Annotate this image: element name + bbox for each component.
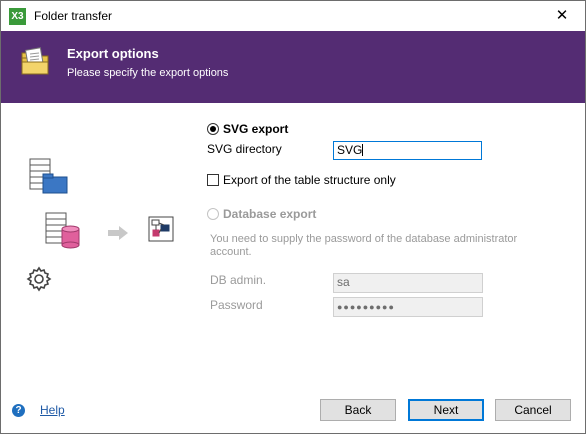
radio-selected-dot — [210, 126, 216, 132]
table-folder-icon — [29, 158, 68, 194]
svg-export-label[interactable]: SVG export — [223, 122, 288, 136]
folder-export-icon — [21, 47, 49, 75]
diagram-icon — [148, 216, 174, 242]
arrow-right-icon — [108, 226, 128, 240]
database-export-label[interactable]: Database export — [223, 207, 316, 221]
password-note: You need to supply the password of the d… — [210, 233, 518, 258]
db-admin-label: DB admin. — [210, 273, 267, 287]
close-icon[interactable]: ✕ — [539, 1, 585, 31]
database-export-radio[interactable] — [207, 208, 219, 220]
x3-app-icon: X3 — [9, 8, 26, 25]
table-structure-only-checkbox[interactable] — [207, 174, 219, 186]
svg-export-radio[interactable] — [207, 123, 219, 135]
header-banner: Export options Please specify the export… — [1, 31, 585, 103]
help-icon[interactable]: ? — [12, 404, 25, 417]
svg-directory-value: SVG — [337, 143, 363, 157]
password-input[interactable]: ●●●●●●●●● — [333, 297, 483, 317]
db-admin-input[interactable]: sa — [333, 273, 483, 293]
password-label: Password — [210, 298, 263, 312]
table-structure-only-label[interactable]: Export of the table structure only — [223, 173, 396, 187]
svg-directory-label: SVG directory — [207, 142, 282, 156]
back-button[interactable]: Back — [320, 399, 396, 421]
next-button[interactable]: Next — [408, 399, 484, 421]
gear-icon — [26, 266, 52, 292]
help-link[interactable]: Help — [40, 403, 65, 417]
window-title: Folder transfer — [34, 9, 113, 23]
table-database-icon — [45, 212, 80, 249]
cancel-button[interactable]: Cancel — [495, 399, 571, 421]
text-caret — [362, 144, 364, 156]
svg-directory-input[interactable]: SVG — [333, 141, 482, 160]
title-bar: X3 Folder transfer ✕ — [1, 1, 585, 31]
folder-transfer-window: X3 Folder transfer ✕ Export options Plea… — [0, 0, 586, 434]
header-subtitle: Please specify the export options — [67, 67, 229, 79]
header-title: Export options — [67, 46, 159, 61]
